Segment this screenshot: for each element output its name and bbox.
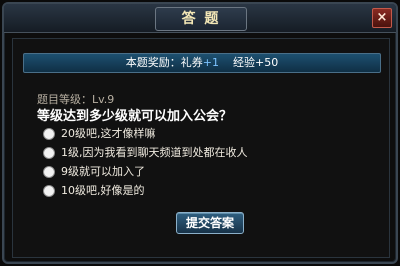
reward-coupon: +1 bbox=[202, 56, 219, 69]
reward-exp: +50 bbox=[255, 56, 279, 69]
quiz-dialog: 答 题 × 本题奖励：礼券+1 经验+50 题目等级：Lv.9 等级达到多少级就… bbox=[2, 2, 398, 264]
radio-button[interactable] bbox=[43, 128, 55, 140]
title-bar: 答 题 × bbox=[4, 4, 396, 33]
radio-button[interactable] bbox=[43, 185, 55, 197]
reward-prefix: 本题奖励：礼券 bbox=[125, 56, 203, 69]
answer-option[interactable]: 1级,因为我看到聊天频道到处都在收人 bbox=[43, 145, 343, 161]
close-button[interactable]: × bbox=[372, 8, 392, 28]
dialog-title: 答 题 bbox=[181, 11, 221, 27]
option-label[interactable]: 20级吧,这才像样嘛 bbox=[61, 126, 156, 142]
reward-bar: 本题奖励：礼券+1 经验+50 bbox=[23, 53, 381, 73]
dialog-body: 本题奖励：礼券+1 经验+50 题目等级：Lv.9 等级达到多少级就可以加入公会… bbox=[12, 38, 390, 258]
submit-answer-button[interactable]: 提交答案 bbox=[176, 212, 244, 234]
option-label[interactable]: 10级吧,好像是的 bbox=[61, 183, 145, 199]
reward-exp-label: 经验 bbox=[233, 56, 255, 69]
option-label[interactable]: 9级就可以加入了 bbox=[61, 164, 145, 180]
radio-button[interactable] bbox=[43, 147, 55, 159]
option-label[interactable]: 1级,因为我看到聊天频道到处都在收人 bbox=[61, 145, 248, 161]
reward-text: 本题奖励：礼券+1 经验+50 bbox=[24, 54, 380, 72]
radio-button[interactable] bbox=[43, 166, 55, 178]
answer-option[interactable]: 10级吧,好像是的 bbox=[43, 183, 343, 199]
question-text: 等级达到多少级就可以加入公会？ bbox=[37, 109, 233, 124]
title-plate: 答 题 bbox=[155, 7, 247, 31]
answer-option[interactable]: 9级就可以加入了 bbox=[43, 164, 343, 180]
answer-option[interactable]: 20级吧,这才像样嘛 bbox=[43, 126, 343, 142]
